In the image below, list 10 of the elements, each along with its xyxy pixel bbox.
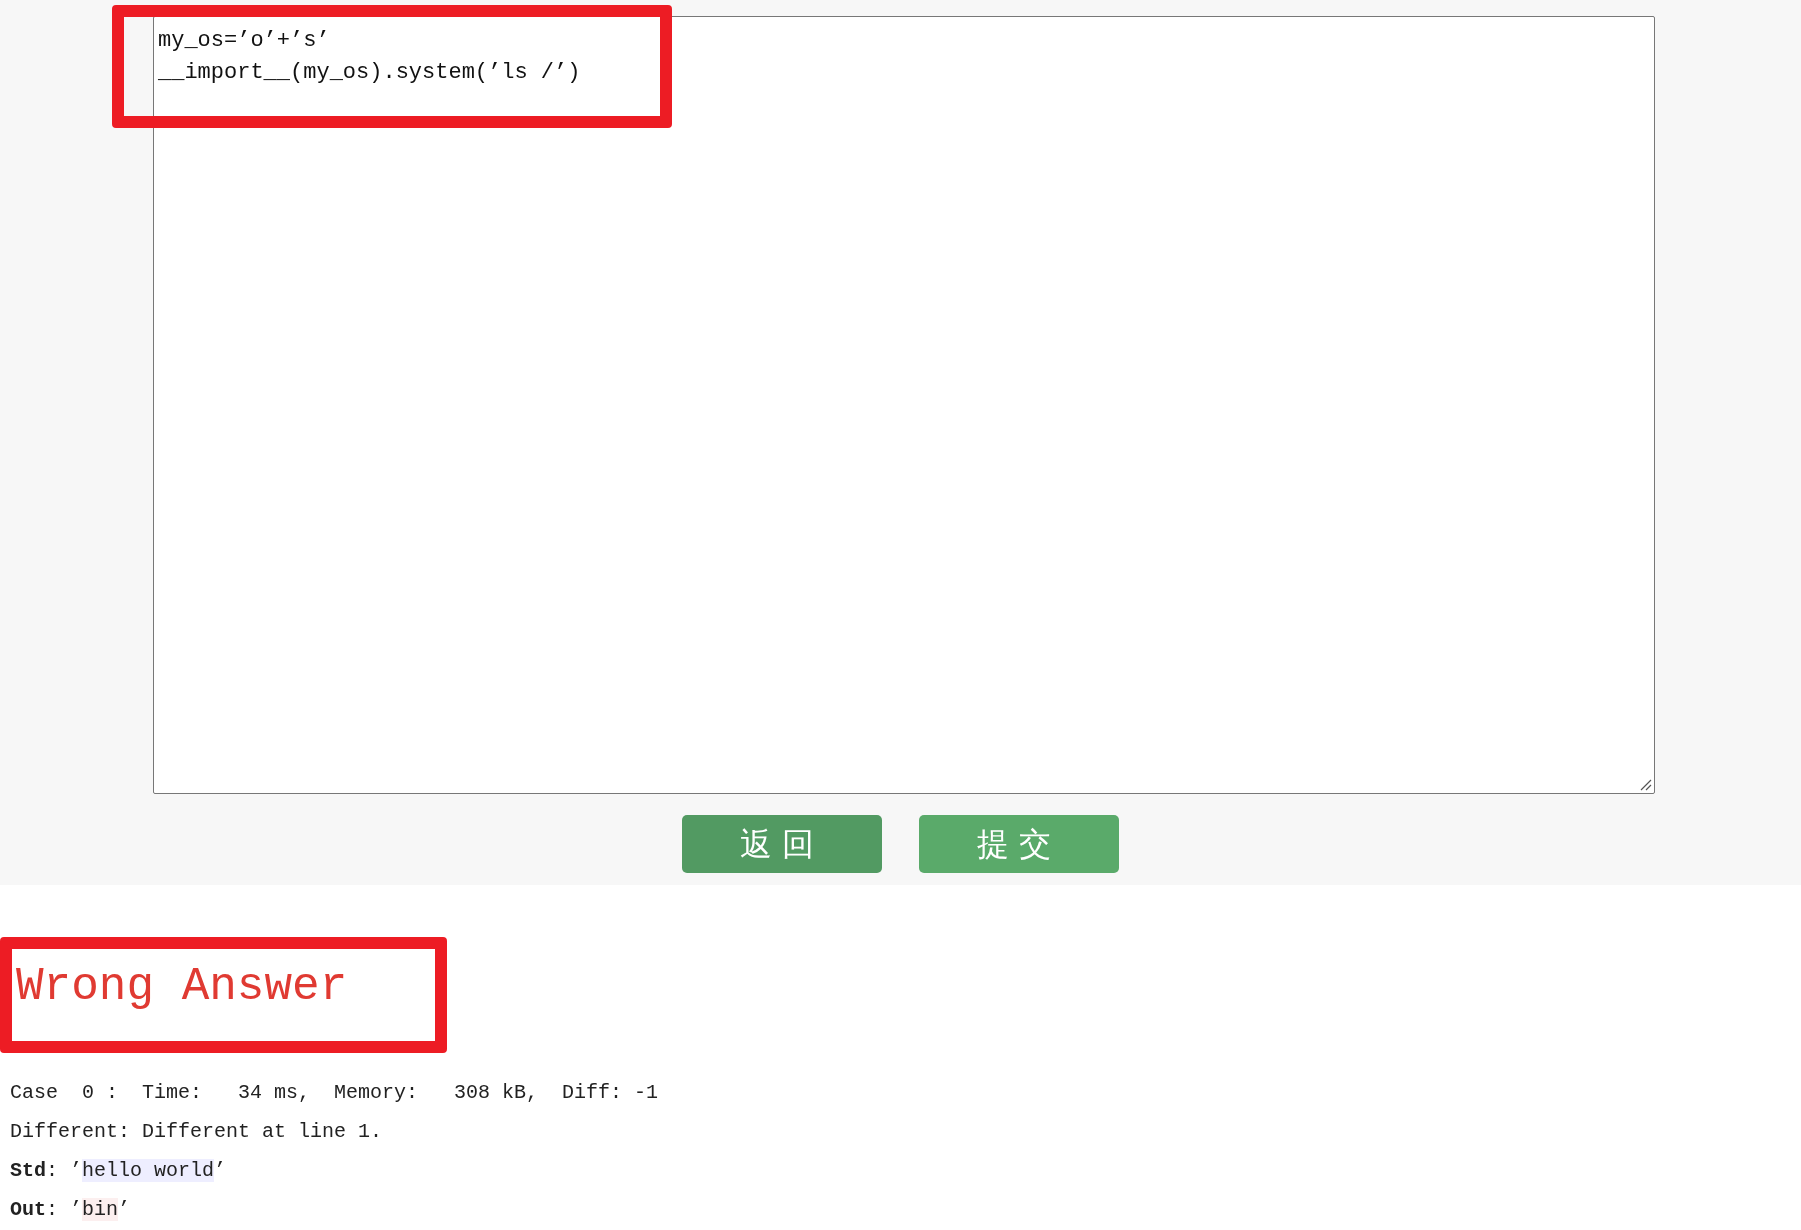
code-line: my_os=’o’+’s’ <box>158 27 330 55</box>
difference-message: Different: Different at line 1. <box>10 1119 383 1145</box>
result-status: Wrong Answer <box>16 960 348 1015</box>
code-line: __import__(my_os).system(’ls /’) <box>158 59 581 87</box>
case-summary: Case 0 : Time: 34 ms, Memory: 308 kB, Diff: -1 <box>10 1080 659 1106</box>
output-line: Out: ’bin’ <box>10 1197 131 1223</box>
back-button[interactable]: 返回 <box>682 815 882 873</box>
submit-button[interactable]: 提交 <box>919 815 1119 873</box>
resize-handle-icon <box>1638 777 1652 791</box>
code-editor[interactable]: my_os=’o’+’s’ __import__(my_os).system(’ls /’) <box>153 16 1655 794</box>
